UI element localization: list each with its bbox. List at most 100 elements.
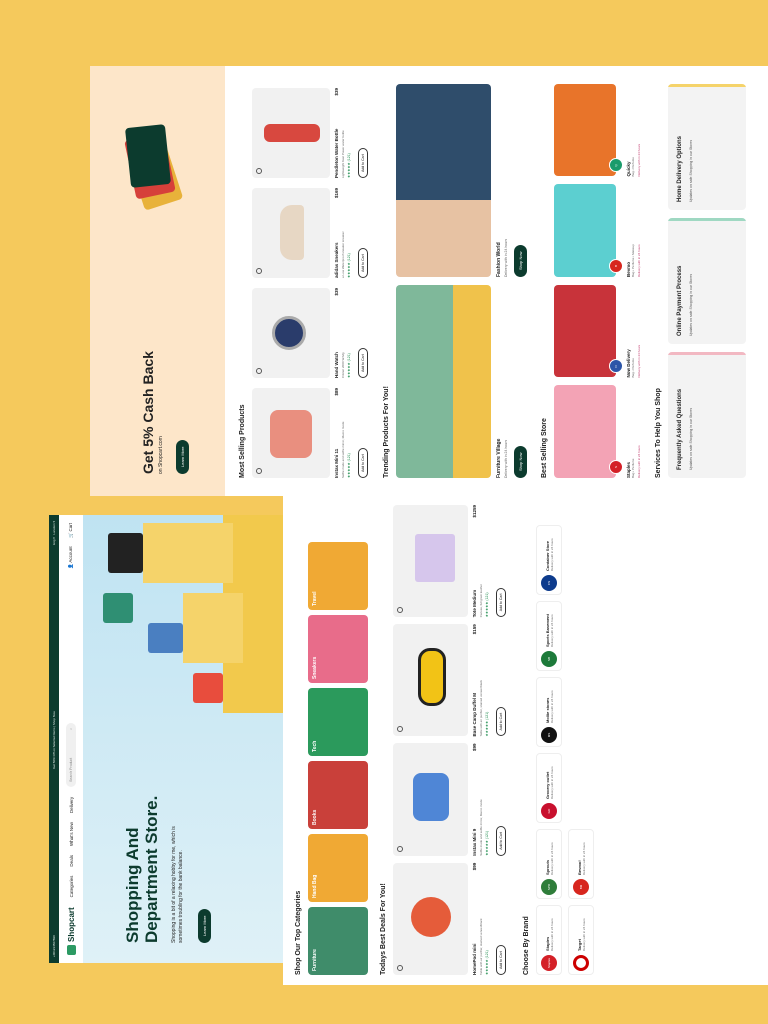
brand-target[interactable]: Target Delivery with in 24 hours: [568, 905, 594, 975]
brand-sprouts[interactable]: SPR Sprouts Delivery with in 24 hours: [536, 829, 562, 899]
product-image: [252, 188, 330, 278]
search-placeholder: Search Product: [69, 757, 73, 782]
trending-name: Furniture Village: [496, 438, 502, 478]
product-rating: ★★★★★ (121): [485, 830, 489, 856]
deal-card[interactable]: Instax Mini 9 $99 Selfie mode and selfie …: [393, 743, 507, 856]
product-rating: ★★★★★ (121): [485, 592, 489, 618]
deal-card[interactable]: Tote Medium $1259 Canvas, full grain leat…: [393, 505, 507, 618]
cart-logo-icon: [66, 945, 76, 955]
add-to-cart-button[interactable]: Add to Cart: [496, 587, 506, 618]
heart-icon[interactable]: [397, 607, 403, 614]
brand-name: Container Store: [544, 540, 550, 571]
store-sub: Bag • Perfume: [631, 358, 635, 378]
categories-title: Shop Our Top Categories: [295, 890, 302, 975]
product-rating: ★★★★★ (121): [485, 950, 489, 975]
sprouts-logo-icon: SPR: [541, 879, 557, 895]
heart-icon[interactable]: [256, 368, 262, 374]
hero-learn-more-button[interactable]: Learn More: [198, 908, 211, 943]
brand-container-store[interactable]: CS Container Store Delivery with in 24 hou…: [536, 525, 562, 595]
service-delivery[interactable]: Home Delivery Options Updates on safe Sho…: [668, 84, 746, 210]
most-selling-card[interactable]: Pendleton Water Bottle $39 Lightweight Ka…: [252, 88, 369, 178]
nav-whats-new[interactable]: What's New: [69, 822, 74, 846]
service-sub: Updates on safe Shopping in our Stores: [689, 139, 693, 202]
trending-card[interactable]: Furniture Village Delivery with in 24 ho…: [396, 285, 527, 478]
catalog-page: Shop Our Top Categories Furniture Hand B…: [283, 495, 768, 985]
most-selling-card[interactable]: Hand Watch $39 Citizen 2000 W-Mg ★★★★★ (1…: [252, 288, 369, 378]
most-selling-card[interactable]: Instax Mini 11 $89 Selfie mode and selfie…: [252, 388, 369, 478]
brand-sub: Delivery with in 24 hours: [549, 614, 554, 647]
shop-now-button[interactable]: Shop Now: [514, 244, 527, 277]
cashback-title: Get 5% Cash Back: [140, 351, 156, 474]
card-image: [124, 124, 172, 188]
store-sub: Bag • Perfume • Makeup: [631, 244, 635, 277]
search-input[interactable]: Search Product ⌕: [66, 722, 76, 787]
hero-title: Shopping And Department Store.: [123, 795, 161, 943]
heart-icon[interactable]: [397, 845, 403, 852]
container-store-logo-icon: CS: [541, 575, 557, 591]
store-delivery: Delivery with in 24 hours: [637, 244, 641, 277]
store-card[interactable]: N Now Delivery Bag • Perfume Delivery wi…: [554, 285, 641, 378]
add-to-cart-button[interactable]: Add to Cart: [358, 448, 368, 478]
product-rating: ★★★★★ (121): [347, 153, 351, 178]
service-faq[interactable]: Frequently Asked Questions Updates on saf…: [668, 352, 746, 478]
brand-sports-basement[interactable]: SB Sports Basement Delivery with in 24 hou…: [536, 601, 562, 671]
nav-delivery[interactable]: Delivery: [69, 797, 74, 813]
product-desc: Canvas, full grain leather: [479, 584, 483, 618]
add-to-cart-button[interactable]: Add to Cart: [496, 706, 506, 737]
category-tech[interactable]: Tech: [308, 688, 368, 756]
cashback-learn-more-button[interactable]: Learn More: [176, 439, 189, 474]
store-image: Q: [554, 84, 623, 177]
store-sub: Bag • Perfume: [631, 157, 635, 177]
brand-grocery-outlet[interactable]: GO Grocery outlet Delivery with in 24 hour…: [536, 753, 562, 823]
brand-sub: Delivery with in 24 hours: [549, 766, 554, 799]
quicky-logo-icon: Q: [609, 158, 623, 173]
shop-now-link[interactable]: Shop Now: [52, 711, 56, 725]
phone-number: +001234567890: [52, 935, 56, 957]
brand-mollie-stones[interactable]: MS Mollie stones Delivery with in 24 hours: [536, 677, 562, 747]
heart-icon[interactable]: [256, 468, 262, 474]
location-select[interactable]: Location: [52, 523, 56, 534]
heart-icon[interactable]: [397, 965, 403, 971]
heart-icon[interactable]: [256, 168, 262, 174]
service-payment[interactable]: Online Payment Process Updates on safe Sh…: [668, 218, 746, 344]
heart-icon[interactable]: [256, 268, 262, 274]
brand-logo[interactable]: Shopcart: [66, 907, 76, 955]
heart-icon[interactable]: [397, 726, 403, 733]
shop-now-button[interactable]: Shop Now: [514, 445, 527, 478]
category-travel[interactable]: Travel: [308, 542, 368, 610]
category-sneakers[interactable]: Sneakers: [308, 615, 368, 683]
add-to-cart-button[interactable]: Add to Cart: [358, 148, 368, 178]
category-books[interactable]: Books: [308, 761, 368, 829]
add-to-cart-button[interactable]: Add to Cart: [358, 248, 368, 278]
nav-categories[interactable]: Categories: [69, 876, 74, 898]
trending-card[interactable]: Fashion World Delivery with in 24 hours …: [396, 84, 527, 277]
product-desc: Selfie mode and selfie mirror, Macro mod…: [479, 799, 483, 856]
trending-sub: Delivery with in 24 hours: [504, 238, 508, 277]
add-to-cart-button[interactable]: Add to Cart: [358, 348, 368, 378]
brand-name: Shopcart: [66, 907, 76, 942]
hero-snacks-image: [193, 673, 223, 703]
product-price: $1259: [472, 505, 477, 518]
nav-deals[interactable]: Deals: [69, 855, 74, 867]
hero-suitcase-image: [148, 623, 183, 653]
account-button[interactable]: 👤 Account: [68, 546, 74, 569]
deal-card[interactable]: HomePod mini $99 Table with air purifier,…: [393, 862, 507, 975]
bevmo-logo-icon: B: [609, 259, 623, 273]
store-card[interactable]: Q Quicky Bag • Perfume Delivery with in …: [554, 84, 641, 177]
store-card[interactable]: S Staples Bag • Perfume Delivery with in…: [554, 385, 641, 478]
add-to-cart-button[interactable]: Add to Cart: [496, 945, 506, 975]
promotions-page: Get 5% Cash Back on Shopcart.com Learn M…: [90, 66, 768, 496]
now-delivery-logo-icon: N: [609, 359, 623, 374]
cart-button[interactable]: 🛒 Cart: [68, 523, 74, 538]
product-image: [252, 388, 330, 478]
product-name: adidas Sneakers: [334, 242, 339, 278]
add-to-cart-button[interactable]: Add to Cart: [496, 826, 506, 856]
category-hand-bag[interactable]: Hand Bag: [308, 834, 368, 902]
brand-staples[interactable]: Staples Staples Delivery with in 24 hours: [536, 905, 562, 975]
store-card[interactable]: B Bevmo Bag • Perfume • Makeup Delivery …: [554, 184, 641, 277]
category-furniture[interactable]: Furniture: [308, 907, 368, 975]
most-selling-card[interactable]: adidas Sneakers $169 a Low Waterproof sne…: [252, 188, 369, 278]
brand-bevmo[interactable]: BM Bevmo! Delivery with in 24 hours: [568, 829, 594, 899]
deal-card[interactable]: Base Camp Duffel M $159 Table with air pu…: [393, 624, 507, 737]
language-select[interactable]: Eng: [52, 540, 56, 545]
